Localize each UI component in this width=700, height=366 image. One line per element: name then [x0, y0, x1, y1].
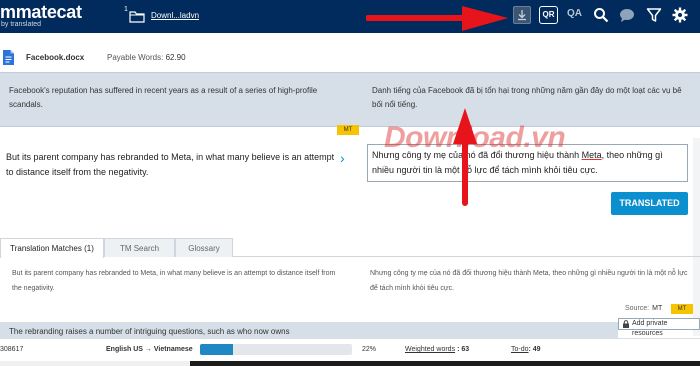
segment-source: The rebranding raises a number of intrig…	[9, 327, 290, 336]
gear-icon[interactable]	[672, 7, 688, 23]
match-mt-badge: MT	[671, 304, 693, 314]
comment-icon[interactable]	[619, 8, 635, 23]
match-target[interactable]: Nhưng công ty mẹ của nó đã đổi thương hi…	[370, 266, 690, 296]
segment-target: Danh tiếng của Facebook đã bị tổn hại tr…	[372, 86, 682, 109]
taskbar-strip-light	[0, 361, 190, 366]
target-text-meta: Meta	[581, 150, 602, 160]
segment-next[interactable]: The rebranding raises a number of intrig…	[0, 322, 618, 338]
file-name: Facebook.docx	[26, 53, 85, 62]
mt-badge: MT	[337, 125, 359, 135]
segment-source: Facebook's reputation has suffered in re…	[9, 86, 318, 109]
todo-value: : 49	[528, 346, 541, 353]
file-header: Facebook.docx Payable Words: 62.90	[0, 45, 700, 71]
add-private-label: Add private resources	[632, 320, 668, 337]
weighted-words[interactable]: Weighted words: 63	[405, 346, 469, 353]
qr-button[interactable]: QR	[539, 6, 558, 24]
tabs-bar: Translation Matches (1) TM Search Glossa…	[0, 238, 700, 258]
status-bar: 308617 English US → Vietnamese 22% Weigh…	[0, 338, 700, 361]
tab-glossary[interactable]: Glossary	[175, 238, 233, 257]
source-label: Source:	[625, 305, 650, 312]
payable-words: Payable Words: 62.90	[107, 53, 186, 62]
translated-button[interactable]: TRANSLATED	[611, 192, 688, 215]
logo-text: matecat	[15, 2, 82, 22]
taskbar-strip	[0, 361, 700, 366]
download-button[interactable]	[513, 6, 531, 24]
logo-mark: m	[0, 2, 16, 22]
payable-label: Payable Words:	[107, 53, 164, 62]
scrollbar[interactable]	[693, 138, 700, 336]
copy-source-chevron[interactable]: ›	[340, 150, 345, 166]
document-icon	[3, 50, 14, 65]
qa-button[interactable]: QA	[567, 8, 582, 19]
file-count: 1	[124, 6, 128, 13]
add-private-resources-button[interactable]: Add private resources	[618, 318, 700, 337]
progress-bar	[200, 344, 352, 355]
weighted-words-label: Weighted words	[405, 346, 456, 353]
segment-previous[interactable]: Facebook's reputation has suffered in re…	[0, 72, 700, 127]
match-source[interactable]: But its parent company has rebranded to …	[12, 266, 342, 296]
payable-value: 62.90	[165, 53, 186, 62]
source-value: MT	[652, 305, 663, 312]
progress-fill	[200, 344, 234, 355]
tab-translation-matches[interactable]: Translation Matches (1)	[0, 238, 104, 258]
match-source-info: Source: MT	[625, 305, 662, 312]
download-icon	[518, 10, 526, 21]
matecat-logo[interactable]: mmatecat	[0, 2, 82, 23]
tab-tm-search[interactable]: TM Search	[104, 238, 175, 257]
language-pair: English US → Vietnamese	[106, 346, 193, 353]
watermark: Download.vn	[384, 121, 566, 154]
lock-icon	[623, 320, 629, 328]
todo-count[interactable]: To-do: 49	[511, 346, 541, 353]
todo-label: To-do	[511, 346, 529, 353]
logo-subtitle: by translated	[1, 21, 42, 28]
search-icon[interactable]	[593, 7, 609, 23]
active-segment-source: But its parent company has rebranded to …	[6, 152, 335, 177]
folder-icon[interactable]	[129, 9, 145, 23]
weighted-words-value: : 63	[457, 346, 470, 353]
progress-percent: 22%	[362, 346, 377, 353]
top-bar: mmatecat by translated 1 Downl...ladvn Q…	[0, 0, 700, 33]
download-file-link[interactable]: Downl...ladvn	[151, 11, 199, 20]
filter-icon[interactable]	[646, 7, 662, 23]
job-id: 308617	[0, 346, 24, 353]
